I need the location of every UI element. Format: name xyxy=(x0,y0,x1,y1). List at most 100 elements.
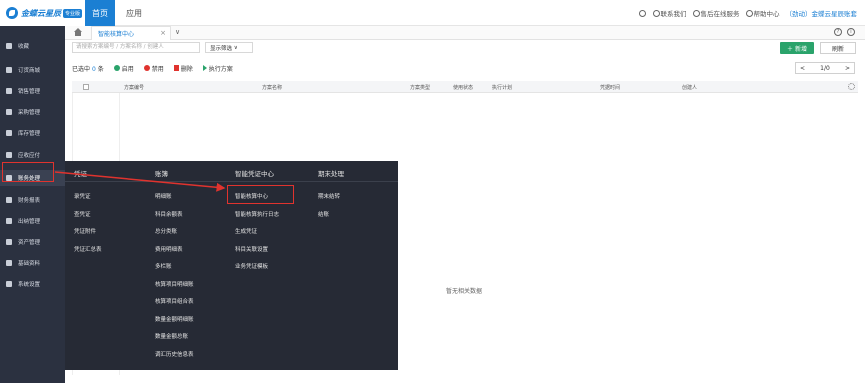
gear-icon[interactable] xyxy=(848,83,855,90)
brand-logo[interactable]: 金蝶云星辰 专业版 xyxy=(0,0,85,26)
store-icon xyxy=(6,67,12,73)
search-icon[interactable] xyxy=(638,9,646,17)
cash-icon xyxy=(6,218,12,224)
menu-item[interactable]: 核算项目明细账 xyxy=(155,280,194,288)
sidebar-item-label: 出纳管理 xyxy=(18,219,41,225)
database-icon xyxy=(6,260,12,266)
sidebar-item-purchase[interactable]: 采购管理 xyxy=(0,104,65,120)
menu-group-title: 智能凭证中心 xyxy=(235,170,274,178)
sidebar-item-settings[interactable]: 系统设置 xyxy=(0,276,65,292)
menu-item[interactable]: 数量金额明细账 xyxy=(155,315,194,323)
top-right-links: 联系我们 售后在线服务 帮助中心 （劲动）金蝶云星辰账套 xyxy=(638,0,858,26)
sidebar-item-label: 订货商城 xyxy=(18,68,41,74)
sidebar-item-sales[interactable]: 销售管理 xyxy=(0,83,65,99)
sidebar-item-label: 应收应付 xyxy=(18,153,41,159)
star-icon xyxy=(6,43,12,49)
help-link[interactable]: 帮助中心 xyxy=(745,8,780,18)
menu-item[interactable]: 录凭证 xyxy=(74,192,91,200)
delete-button[interactable]: 删除 xyxy=(173,64,193,73)
info-icon[interactable]: i xyxy=(847,28,855,36)
sidebar-item-basic-data[interactable]: 基础资料 xyxy=(0,255,65,271)
col-creator[interactable]: 创建人 xyxy=(682,84,697,91)
menu-item[interactable]: 总分类账 xyxy=(155,227,177,235)
chart-icon xyxy=(6,88,12,94)
account-switcher[interactable]: （劲动）金蝶云星辰账套 xyxy=(786,8,858,18)
col-voucher-time[interactable]: 凭据时间 xyxy=(600,84,620,91)
menu-item[interactable]: 核算项目组合表 xyxy=(155,297,194,305)
menu-item[interactable]: 数量金额总账 xyxy=(155,332,188,340)
next-page-button[interactable]: > xyxy=(845,65,850,72)
menu-item[interactable]: 生成凭证 xyxy=(235,227,257,235)
menu-item[interactable]: 费用明细表 xyxy=(155,245,183,253)
menu-item[interactable]: 科目余额表 xyxy=(155,210,183,218)
tab-label: 智能核算中心 xyxy=(98,31,135,38)
cart-icon xyxy=(6,109,12,115)
prev-page-button[interactable]: < xyxy=(800,65,805,72)
refresh-button[interactable]: 刷新 xyxy=(820,42,856,54)
col-status[interactable]: 使用状态 xyxy=(453,84,473,91)
home-icon[interactable] xyxy=(73,28,83,37)
execute-button[interactable]: 执行方案 xyxy=(202,64,233,73)
contact-link[interactable]: 联系我们 xyxy=(652,8,687,18)
menu-item[interactable]: 智能核算执行日志 xyxy=(235,210,279,218)
enable-button[interactable]: 启用 xyxy=(113,64,134,73)
brand-name: 金蝶云星辰 xyxy=(21,8,61,18)
chevron-down-icon[interactable]: ∨ xyxy=(175,28,180,36)
play-icon xyxy=(202,65,207,71)
menu-item[interactable]: 查凭证 xyxy=(74,210,91,218)
chevron-down-icon: ∨ xyxy=(233,44,238,51)
menu-group-title: 凭证 xyxy=(74,170,87,178)
menu-item[interactable]: 多栏账 xyxy=(155,262,172,270)
table-header: 方案编号 方案名称 方案类型 使用状态 执行计划 凭据时间 创建人 xyxy=(72,81,858,93)
report-icon xyxy=(6,197,12,203)
question-icon[interactable]: ? xyxy=(834,28,842,36)
sidebar-item-favorites[interactable]: 收藏 xyxy=(0,38,65,54)
selected-count: 已选中 0 条 xyxy=(72,65,104,73)
menu-item[interactable]: 结账 xyxy=(318,210,329,218)
sidebar-item-order-mall[interactable]: 订货商城 xyxy=(0,62,65,78)
tab-smart-accounting[interactable]: 智能核算中心 × xyxy=(91,26,171,40)
show-filter-button[interactable]: 显示筛选 ∨ xyxy=(205,42,253,53)
close-icon[interactable]: × xyxy=(160,29,166,37)
service-link[interactable]: 售后在线服务 xyxy=(692,8,740,18)
trash-icon xyxy=(173,65,179,71)
col-scheme-no[interactable]: 方案编号 xyxy=(124,84,144,91)
top-bar: 金蝶云星辰 专业版 首页 应用 联系我们 售后在线服务 帮助中心 （劲动）金蝶云… xyxy=(0,0,865,26)
sidebar-item-label: 基础资料 xyxy=(18,261,41,267)
col-plan[interactable]: 执行计划 xyxy=(492,84,512,91)
sidebar-item-label: 库存管理 xyxy=(18,131,41,137)
sidebar-item-receivable[interactable]: 应收应付 xyxy=(0,147,65,163)
sidebar-item-reports[interactable]: 财务报表 xyxy=(0,192,65,208)
ban-icon xyxy=(143,65,150,71)
nav-home[interactable]: 首页 xyxy=(85,0,115,26)
col-scheme-type[interactable]: 方案类型 xyxy=(410,84,430,91)
menu-item[interactable]: 业务凭证模板 xyxy=(235,262,268,270)
sidebar-item-label: 财务报表 xyxy=(18,198,41,204)
disable-button[interactable]: 禁用 xyxy=(143,64,164,73)
sidebar-item-label: 采购管理 xyxy=(18,110,41,116)
menu-item[interactable]: 调汇历史信息表 xyxy=(155,350,194,358)
sidebar-item-inventory[interactable]: 库存管理 xyxy=(0,125,65,141)
menu-item[interactable]: 凭证附件 xyxy=(74,227,96,235)
contact-icon xyxy=(652,10,660,17)
menu-item[interactable]: 期末结转 xyxy=(318,192,340,200)
menu-item[interactable]: 明细账 xyxy=(155,192,172,200)
menu-item[interactable]: 凭证汇总表 xyxy=(74,245,102,253)
tab-tools: ? i xyxy=(834,28,855,36)
sidebar-item-assets[interactable]: 资产管理 xyxy=(0,234,65,250)
menu-group-title: 期末处理 xyxy=(318,170,344,178)
col-scheme-name[interactable]: 方案名称 xyxy=(262,84,282,91)
add-button[interactable]: ＋ 新增 xyxy=(780,42,814,54)
sidebar-item-cashier[interactable]: 出纳管理 xyxy=(0,213,65,229)
select-all-checkbox[interactable] xyxy=(83,84,89,90)
nav-app[interactable]: 应用 xyxy=(120,0,148,26)
menu-divider xyxy=(65,181,398,182)
sidebar-item-label: 收藏 xyxy=(18,44,30,50)
search-input[interactable]: 请搜索方案编号 / 方案名称 / 创建人 xyxy=(72,42,200,53)
sidebar-item-label: 系统设置 xyxy=(18,282,41,288)
box-icon xyxy=(6,130,12,136)
sidebar-item-label: 资产管理 xyxy=(18,240,41,246)
menu-item[interactable]: 科目关联设置 xyxy=(235,245,268,253)
help-icon xyxy=(745,10,753,17)
page-indicator: 1/0 xyxy=(820,64,830,72)
